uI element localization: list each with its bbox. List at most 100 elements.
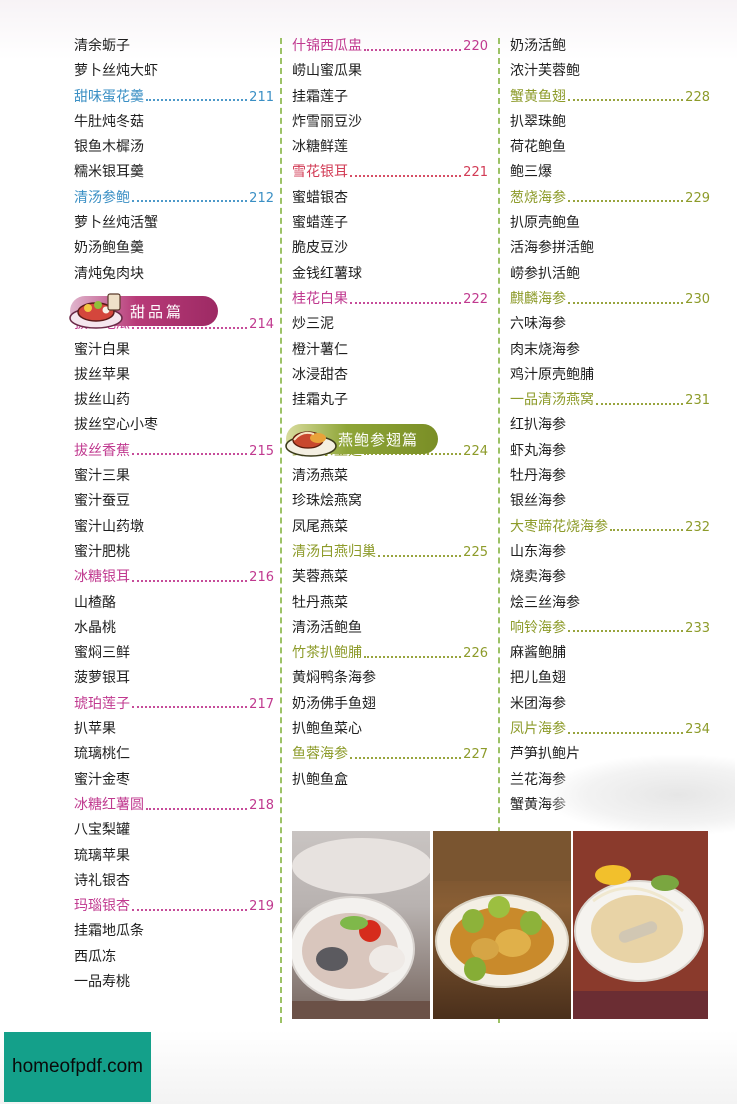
page-number: 231 bbox=[685, 393, 710, 409]
dot-leader bbox=[350, 755, 462, 759]
category-entry: 桂花白果 222 bbox=[292, 287, 488, 312]
dish-item: 芙蓉燕菜 bbox=[292, 569, 348, 586]
dot-leader bbox=[568, 628, 684, 633]
cookbook-index-page: 清余蛎子 萝卜丝炖大虾 甜味蛋花羹 211 牛肚炖冬菇 银鱼木樨汤 糯米银耳羹 清汤参鲍 212… bbox=[0, 0, 737, 1104]
dish-item: 诗礼银杏 bbox=[74, 872, 130, 889]
page-number: 214 bbox=[249, 317, 274, 333]
category-entry: 甜味蛋花羹 211 bbox=[74, 85, 274, 110]
dot-leader bbox=[568, 97, 684, 102]
dot-leader bbox=[568, 198, 684, 203]
category-entry: 葱烧海参 229 bbox=[510, 186, 710, 211]
dish-item: 琉璃苹果 bbox=[74, 847, 130, 864]
dessert-bowl-icon bbox=[69, 293, 123, 329]
page-number: 211 bbox=[249, 89, 274, 105]
dot-leader bbox=[146, 806, 248, 810]
index-column-3: 奶汤活鲍 浓汁芙蓉鲍 蟹黄鱼翅 228 扒翠珠鲍 荷花鲍鱼 鲍三爆 葱烧海参 229 扒原壳鲍鱼活… bbox=[510, 34, 710, 818]
dish-item: 冰糖鲜莲 bbox=[292, 139, 348, 156]
dish-item: 六味海参 bbox=[510, 316, 566, 333]
dish-item: 蜜汁白果 bbox=[74, 341, 130, 358]
dish-item: 橙汁薯仁 bbox=[292, 341, 348, 358]
dish-item: 炸雪丽豆沙 bbox=[292, 113, 362, 130]
section-heading-text: 燕鲍参翅篇 bbox=[338, 430, 419, 449]
dish-item: 米团海参 bbox=[510, 695, 566, 712]
category-title: 什锦西瓜盅 bbox=[292, 38, 362, 54]
dish-item: 炒三泥 bbox=[292, 316, 334, 333]
food-photo-sea-cucumber-dish bbox=[573, 831, 708, 1019]
category-entry: 冰糖银耳 216 bbox=[74, 565, 274, 590]
dish-item: 一品寿桃 bbox=[74, 973, 130, 990]
index-column-2: 什锦西瓜盅 220 崂山蜜瓜果 挂霜莲子 炸雪丽豆沙 冰糖鲜莲 雪花银耳 221 蜜蜡银杏 蜜蜡莲… bbox=[292, 34, 488, 793]
dish-item: 牛肚炖冬菇 bbox=[74, 113, 144, 130]
dot-leader bbox=[596, 401, 684, 405]
dot-leader bbox=[132, 451, 248, 456]
dish-item: 挂霜莲子 bbox=[292, 88, 348, 105]
category-title: 鱼蓉海参 bbox=[292, 746, 348, 763]
page-number: 234 bbox=[685, 722, 710, 738]
category-entry: 大枣蹄花烧海参 232 bbox=[510, 515, 710, 540]
category-title: 琥珀莲子 bbox=[74, 695, 130, 712]
dish-item: 挂霜丸子 bbox=[292, 392, 348, 409]
dot-leader bbox=[568, 300, 684, 304]
category-entry: 一品清汤燕窝 231 bbox=[510, 388, 710, 413]
page-number: 225 bbox=[463, 544, 488, 560]
dish-item: 糯米银耳羹 bbox=[74, 164, 144, 181]
dish-item: 清汤活鲍鱼 bbox=[292, 619, 362, 636]
page-number: 226 bbox=[463, 646, 488, 662]
seafood-plate-icon bbox=[285, 431, 337, 457]
dot-leader bbox=[610, 527, 684, 532]
dish-item: 浓汁芙蓉鲍 bbox=[510, 63, 580, 80]
dot-leader bbox=[132, 198, 248, 203]
category-title: 甜味蛋花羹 bbox=[74, 88, 144, 105]
dish-item: 蜜汁蚕豆 bbox=[74, 493, 130, 510]
dish-item: 崂参扒活鲍 bbox=[510, 265, 580, 282]
dish-item: 崂山蜜瓜果 bbox=[292, 63, 362, 80]
page-number: 219 bbox=[249, 899, 274, 915]
dish-item: 珍珠烩燕窝 bbox=[292, 493, 362, 510]
dish-item: 蜜蜡莲子 bbox=[292, 215, 348, 232]
category-entry: 拔丝香蕉 215 bbox=[74, 439, 274, 464]
category-entry: 玛瑙银杏 219 bbox=[74, 894, 274, 919]
page-number: 212 bbox=[249, 190, 274, 206]
page-number: 227 bbox=[463, 747, 488, 763]
category-title: 冰糖银耳 bbox=[74, 569, 130, 586]
dish-item: 扒苹果 bbox=[74, 721, 116, 738]
dish-item: 清余蛎子 bbox=[74, 38, 130, 54]
dot-leader bbox=[350, 173, 462, 178]
page-number: 220 bbox=[463, 39, 488, 54]
category-entry: 琥珀莲子 217 bbox=[74, 692, 274, 717]
dish-item: 牡丹燕菜 bbox=[292, 594, 348, 611]
dish-item: 扒鲍鱼菜心 bbox=[292, 721, 362, 738]
category-entry: 清汤参鲍 212 bbox=[74, 186, 274, 211]
dish-item: 脆皮豆沙 bbox=[292, 240, 348, 257]
dish-item: 奶汤活鲍 bbox=[510, 38, 566, 54]
dish-item: 银丝海参 bbox=[510, 493, 566, 510]
food-photo-abalone-dish bbox=[433, 831, 571, 1019]
dish-item: 把儿鱼翅 bbox=[510, 670, 566, 687]
category-title: 响铃海参 bbox=[510, 619, 566, 636]
dish-item: 银鱼木樨汤 bbox=[74, 139, 144, 156]
dish-item: 扒翠珠鲍 bbox=[510, 113, 566, 130]
section-heading-sweet: 甜品篇 bbox=[69, 293, 218, 329]
dish-item: 山楂酪 bbox=[74, 594, 116, 611]
dish-item: 麻酱鲍脯 bbox=[510, 645, 566, 662]
dish-item: 扒鲍鱼盒 bbox=[292, 771, 348, 788]
category-entry: 麒麟海参 230 bbox=[510, 287, 710, 312]
category-entry: 蟹黄鱼翅 228 bbox=[510, 85, 710, 110]
dish-item: 金钱红薯球 bbox=[292, 265, 362, 282]
dot-leader bbox=[146, 97, 248, 102]
dish-item: 蜜汁山药墩 bbox=[74, 518, 144, 535]
decorative-wash bbox=[545, 755, 735, 835]
dot-leader bbox=[378, 553, 462, 557]
watermark-text: homeofpdf.com bbox=[12, 1056, 143, 1077]
dish-item: 拔丝空心小枣 bbox=[74, 417, 158, 434]
dot-leader bbox=[132, 907, 248, 911]
category-title: 雪花银耳 bbox=[292, 164, 348, 181]
category-title: 大枣蹄花烧海参 bbox=[510, 518, 608, 535]
dot-leader bbox=[364, 654, 462, 658]
dish-item: 奶汤佛手鱼翅 bbox=[292, 695, 376, 712]
category-title: 清汤参鲍 bbox=[74, 189, 130, 206]
category-entry: 冰糖红薯圆 218 bbox=[74, 793, 274, 818]
page-number: 228 bbox=[685, 89, 710, 105]
dish-item: 鲍三爆 bbox=[510, 164, 552, 181]
category-entry: 雪花银耳 221 bbox=[292, 160, 488, 185]
